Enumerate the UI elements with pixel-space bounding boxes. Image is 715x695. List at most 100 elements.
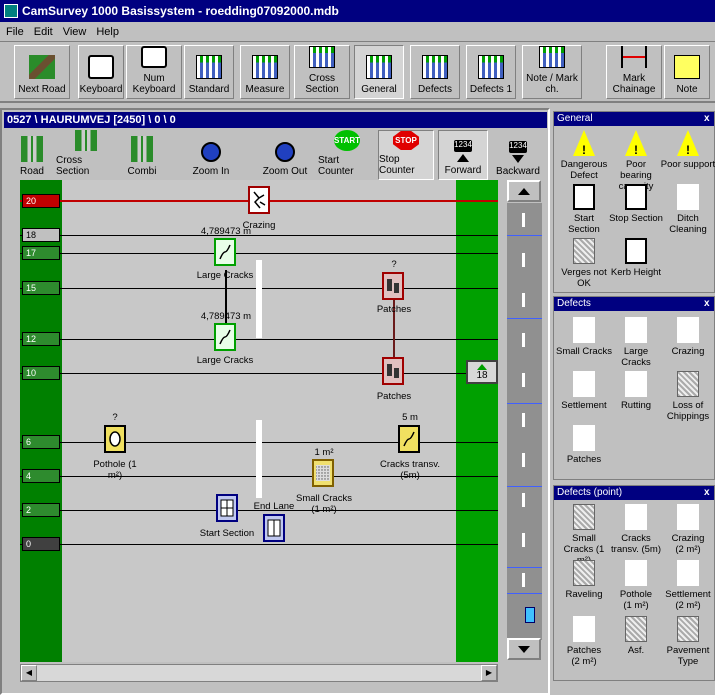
close-icon[interactable]: x	[704, 112, 712, 126]
forward-button[interactable]: 1234 Forward	[438, 130, 488, 180]
combi-lane-icon	[131, 136, 153, 162]
row-label-18[interactable]: 18	[22, 228, 60, 242]
stop-counter-button[interactable]: STOP Stop Counter	[378, 130, 434, 180]
ditch-cleaning-item[interactable]: Ditch Cleaning	[660, 184, 715, 235]
pothole-marker[interactable]	[104, 425, 126, 453]
settlement-point-item[interactable]: Settlement (2 m²)	[660, 560, 715, 611]
large-cracks-2-marker[interactable]	[214, 323, 236, 351]
road-view-button[interactable]: Road	[12, 130, 52, 180]
menu-help[interactable]: Help	[96, 26, 119, 38]
backward-button[interactable]: 1234 Backward	[492, 130, 544, 180]
small-cracks-point-item[interactable]: SmallCracks (1 m²)	[556, 504, 612, 566]
row-label-15[interactable]: 15	[22, 281, 60, 295]
rutting-item[interactable]: Rutting	[608, 371, 664, 411]
combi-view-button[interactable]: Combi	[122, 130, 162, 180]
horizontal-scrollbar[interactable]: ◀ ▶	[20, 664, 498, 682]
small-cracks-marker[interactable]	[312, 459, 334, 487]
zoom-out-button[interactable]: Zoom Out	[260, 130, 310, 180]
row-label-12[interactable]: 12	[22, 332, 60, 346]
row-label-6[interactable]: 6	[22, 435, 60, 449]
scroll-right-button[interactable]: ▶	[481, 665, 497, 681]
patches-2-marker[interactable]	[382, 357, 404, 385]
road-overview[interactable]	[507, 203, 542, 640]
backward-counter-icon: 1234	[509, 141, 527, 153]
keyboard-button[interactable]: Keyboard	[78, 45, 124, 99]
stop-section-item[interactable]: Stop Section	[608, 184, 664, 224]
patches-point-item[interactable]: Patches (2 m²)	[556, 616, 612, 667]
mark-chainage-button[interactable]: Mark Chainage	[606, 45, 662, 99]
item-label: Kerb Height	[610, 267, 662, 278]
large-cracks-item[interactable]: Large Cracks	[608, 317, 664, 368]
start-section-item[interactable]: Start Section	[556, 184, 612, 235]
cracks-transv-marker[interactable]	[398, 425, 420, 453]
close-icon[interactable]: x	[704, 486, 712, 500]
zoom-in-button[interactable]: Zoom In	[186, 130, 236, 180]
crazing-item[interactable]: Crazing	[660, 317, 715, 357]
poor-support-item[interactable]: ! Poor support	[660, 130, 715, 170]
defects1-button[interactable]: Defects 1	[466, 45, 516, 99]
verges-icon	[573, 238, 595, 264]
small-cracks-item[interactable]: Small Cracks	[556, 317, 612, 357]
menu-edit[interactable]: Edit	[34, 26, 53, 38]
stop-section-icon	[625, 184, 647, 210]
large-cracks-1-marker[interactable]	[214, 238, 236, 266]
warning-icon: !	[573, 130, 595, 156]
pavement-type-item[interactable]: Pavement Type	[660, 616, 715, 667]
crazing-point-item[interactable]: Crazing (2 m²)	[660, 504, 715, 555]
row-label-0[interactable]: 0	[22, 537, 60, 551]
poor-bearing-capacity-item[interactable]: !Poorbearing capacity	[608, 130, 664, 192]
patches-1-marker[interactable]	[382, 272, 404, 300]
settlement-item[interactable]: Settlement	[556, 371, 612, 411]
small-cracks-icon	[316, 465, 330, 481]
menu-file[interactable]: File	[6, 26, 24, 38]
end-lane-marker[interactable]	[263, 514, 285, 542]
chippings-icon	[677, 371, 699, 397]
road-canvas[interactable]: 20 18 17 15 12 10 6 4 2 0 Crazing 4,7894…	[20, 180, 498, 662]
dangerous-defect-item[interactable]: ! Dangerous Defect	[556, 130, 612, 181]
row-label-10[interactable]: 10	[22, 366, 60, 380]
defects-button[interactable]: Defects	[410, 45, 460, 99]
verges-not-ok-item[interactable]: Verges not OK	[556, 238, 612, 289]
cross-section-view-button[interactable]: Cross Section	[56, 130, 116, 180]
start-counter-button[interactable]: START Start Counter	[318, 130, 376, 180]
note-mark-grid-icon	[539, 46, 565, 68]
num-keyboard-button[interactable]: Num Keyboard	[126, 45, 182, 99]
kerb-height-item[interactable]: Kerb Height	[608, 238, 664, 278]
general-panel-title-text: General	[557, 113, 593, 124]
next-road-button[interactable]: Next Road	[14, 45, 70, 99]
end-lane-icon	[267, 519, 281, 537]
scroll-left-button[interactable]: ◀	[21, 665, 37, 681]
note-button[interactable]: Note	[664, 45, 710, 99]
row-label-2[interactable]: 2	[22, 503, 60, 517]
general-panel: General x !DangerousDefect !Poorbearing c…	[553, 111, 715, 293]
row-label-4[interactable]: 4	[22, 469, 60, 483]
menu-view[interactable]: View	[63, 26, 87, 38]
window-title: CamSurvey 1000 Basissystem - roedding070…	[22, 4, 339, 18]
row-label-20[interactable]: 20	[22, 194, 60, 208]
crazing-marker[interactable]	[248, 186, 270, 214]
item-label: Settlement	[665, 589, 711, 600]
row-label-17[interactable]: 17	[22, 246, 60, 260]
raveling-item[interactable]: Raveling	[556, 560, 612, 600]
cross-section-lane-icon	[75, 130, 97, 151]
general-button[interactable]: General	[354, 45, 404, 99]
patches-item[interactable]: Patches	[556, 425, 612, 465]
loss-of-chippings-item[interactable]: Loss of Chippings	[660, 371, 715, 422]
note-mark-button[interactable]: Note / Mark ch.	[522, 45, 582, 99]
standard-button[interactable]: Standard	[184, 45, 234, 99]
asphalt-item[interactable]: Asf.	[608, 616, 664, 656]
measure-button[interactable]: Measure	[240, 45, 290, 99]
kerb-height-icon	[625, 238, 647, 264]
scroll-down-button[interactable]	[507, 638, 541, 660]
cross-section-button[interactable]: Cross Section	[294, 45, 350, 99]
blue-marker-line	[507, 318, 542, 319]
lane-dash	[522, 413, 525, 427]
scroll-up-button[interactable]	[507, 180, 541, 202]
pothole-point-item[interactable]: Pothole (1 m²)	[608, 560, 664, 611]
item-label: Type	[677, 656, 699, 667]
item-label: Cracks	[621, 533, 651, 544]
close-icon[interactable]: x	[704, 297, 712, 311]
item-label: (2 m²)	[571, 656, 597, 667]
cracks-transv-icon	[625, 504, 647, 530]
cracks-transv-point-item[interactable]: Cracks transv. (5m)	[608, 504, 664, 555]
